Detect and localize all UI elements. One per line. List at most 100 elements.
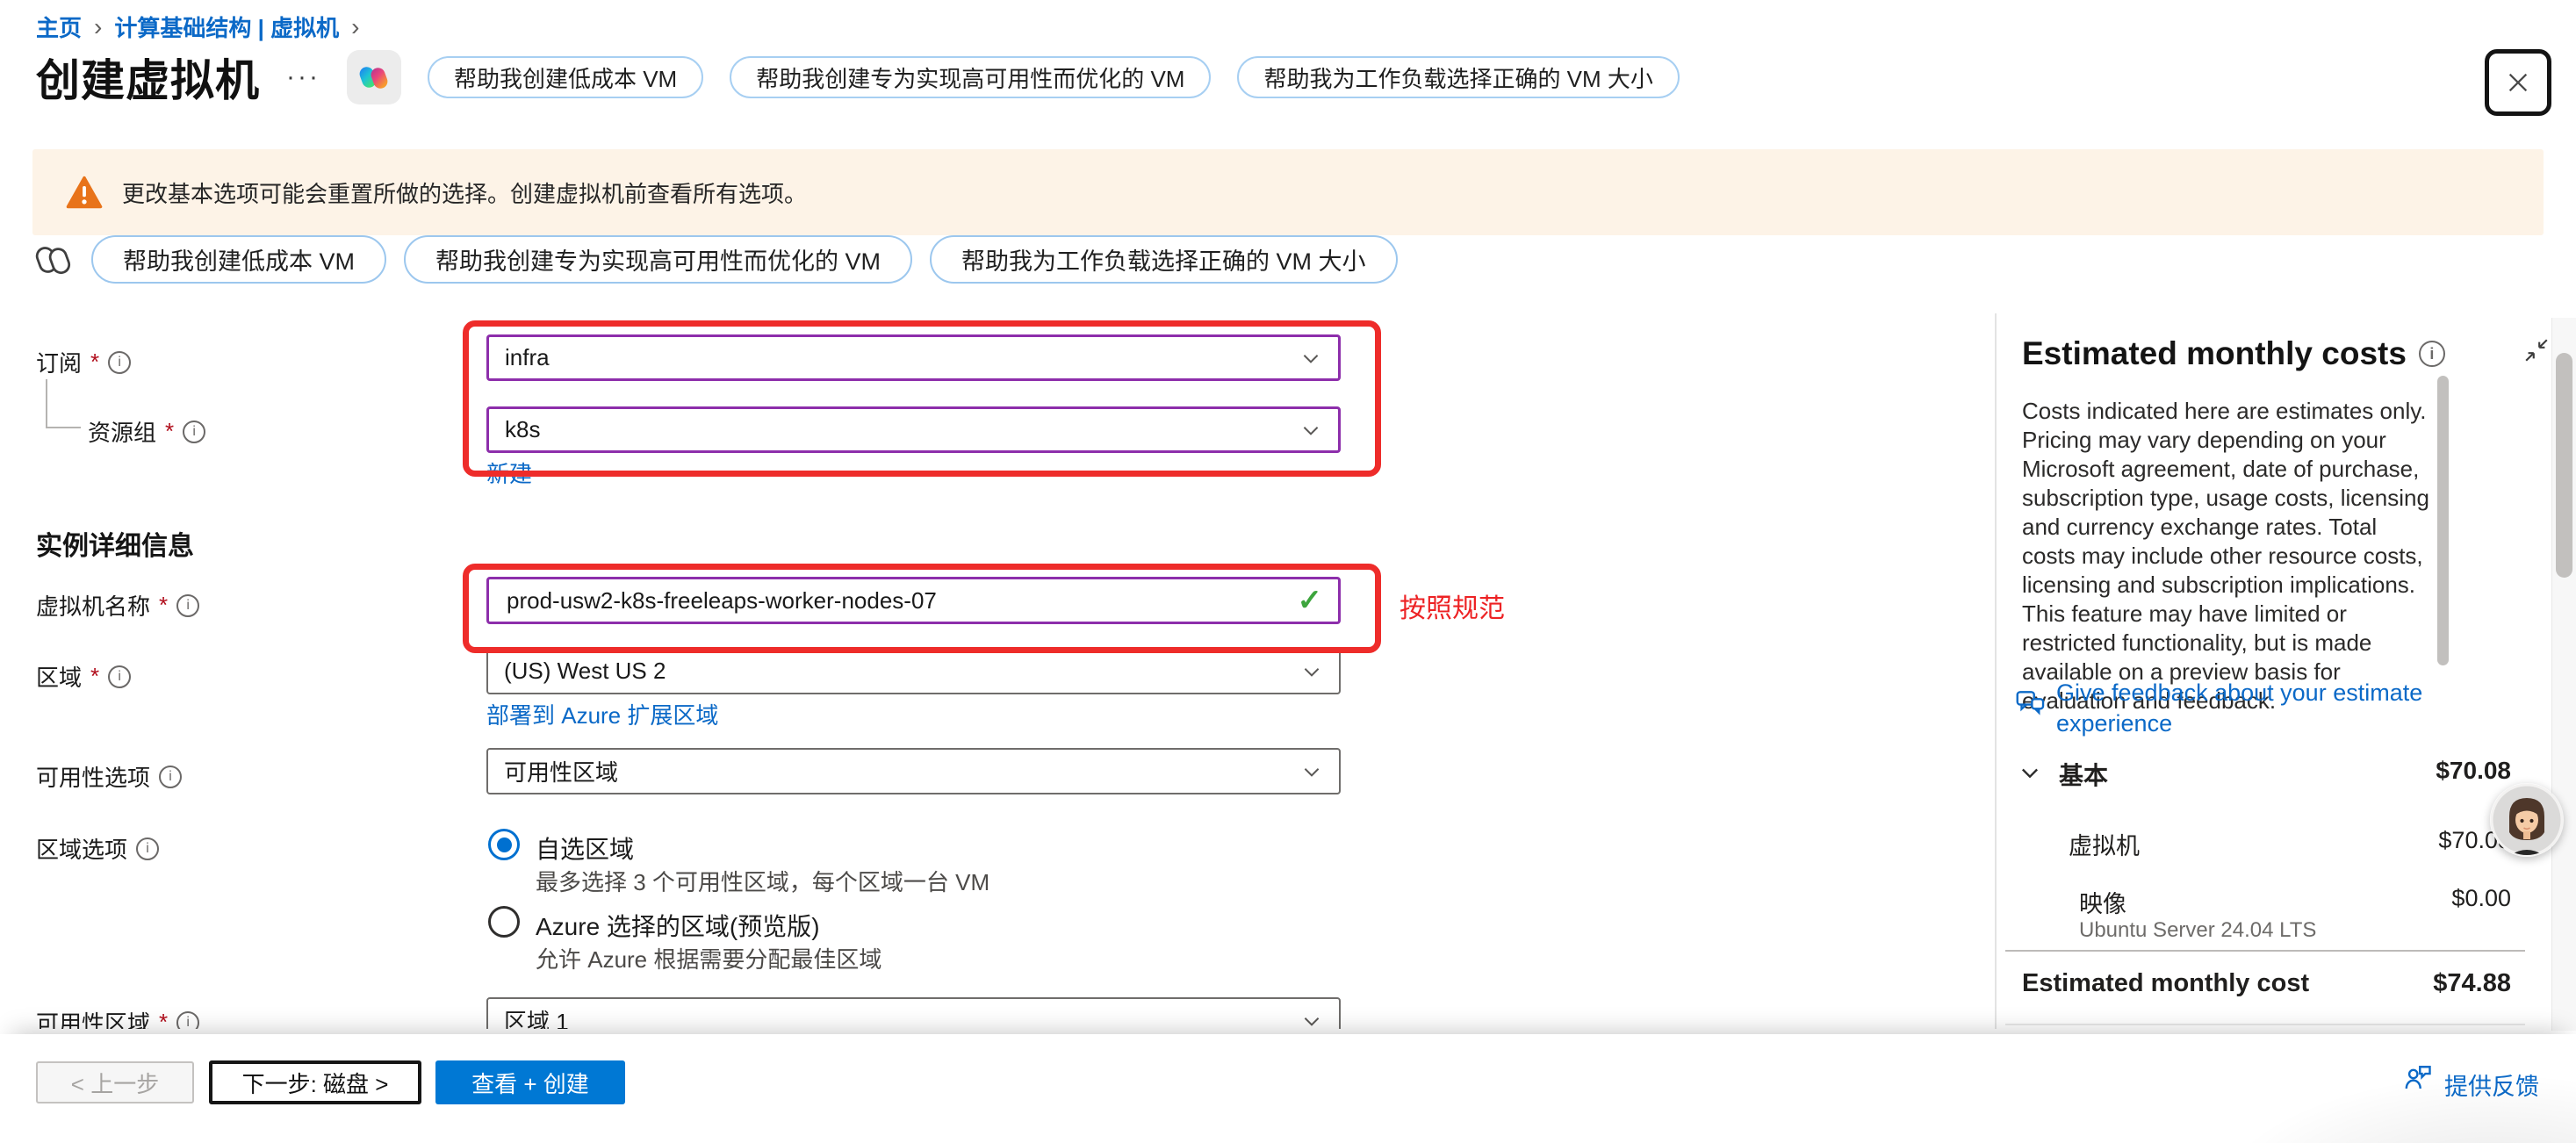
- region-label: 区域 * i: [36, 660, 131, 693]
- cost-item-name: 虚拟机: [2069, 827, 2140, 861]
- cost-item-name: 映像: [2079, 885, 2126, 919]
- cost-divider: [2005, 950, 2525, 952]
- copilot-suggestions-row: 帮助我创建低成本 VM 帮助我创建专为实现高可用性而优化的 VM 帮助我为工作负…: [33, 235, 1398, 284]
- chevron-down-icon: [1300, 660, 1323, 683]
- cost-item-value: $70.08: [2283, 827, 2511, 854]
- cost-divider-light: [2005, 1024, 2525, 1025]
- tree-connector-vertical: [46, 379, 47, 428]
- copilot-prompt-high-availability[interactable]: 帮助我创建专为实现高可用性而优化的 VM: [730, 56, 1211, 98]
- collapse-panel-icon[interactable]: [2523, 337, 2550, 363]
- chevron-down-icon: [1300, 1010, 1323, 1030]
- feedback-person-icon: [2402, 1062, 2434, 1094]
- warning-icon: [66, 174, 103, 211]
- estimate-feedback-link[interactable]: Give feedback about your estimate experi…: [2056, 678, 2444, 739]
- availability-zone-label: 可用性区域 * i: [36, 1006, 199, 1029]
- region-value: (US) West US 2: [504, 658, 1300, 685]
- availability-options-label: 可用性选项 i: [36, 760, 182, 793]
- more-options-icon[interactable]: ···: [286, 62, 320, 92]
- required-marker: *: [90, 349, 99, 376]
- chevron-down-icon: [1300, 760, 1323, 783]
- info-icon[interactable]: i: [2419, 341, 2445, 367]
- panel-divider: [1995, 313, 1997, 1029]
- radio-azure-selected-zones[interactable]: [488, 906, 520, 938]
- required-marker: *: [165, 418, 174, 445]
- vm-name-input[interactable]: [505, 586, 1298, 615]
- region-dropdown[interactable]: (US) West US 2: [486, 648, 1341, 694]
- copilot-prompt-low-cost[interactable]: 帮助我创建低成本 VM: [91, 235, 386, 284]
- copilot-prompt-vm-size[interactable]: 帮助我为工作负载选择正确的 VM 大小: [1237, 56, 1679, 98]
- breadcrumb-virtual-machines[interactable]: 计算基础结构 | 虚拟机: [114, 11, 339, 43]
- subscription-value: infra: [505, 344, 1299, 371]
- info-icon[interactable]: i: [183, 421, 205, 443]
- valid-check-icon: ✓: [1298, 583, 1323, 618]
- cost-total-value: $74.88: [2283, 969, 2511, 998]
- title-row: 创建虚拟机 ··· 帮助我创建低成本 VM 帮助我创建专为实现高可用性而优化的 …: [36, 46, 1680, 109]
- next-disks-button[interactable]: 下一步: 磁盘 >: [209, 1060, 421, 1104]
- breadcrumb-chevron-icon: ›: [351, 13, 359, 41]
- availability-zone-dropdown[interactable]: 区域 1: [486, 997, 1341, 1029]
- resource-group-label: 资源组 * i: [88, 415, 205, 448]
- expander-chevron-icon[interactable]: [2018, 760, 2042, 785]
- deploy-extended-zone-link[interactable]: 部署到 Azure 扩展区域: [486, 698, 718, 730]
- vm-name-label: 虚拟机名称 * i: [36, 589, 199, 622]
- radio-self-selected-zones[interactable]: [488, 829, 520, 860]
- availability-zone-row-clipped: 可用性区域 * i 区域 1: [0, 990, 1996, 1029]
- panel-scrollbar-thumb[interactable]: [2437, 376, 2449, 665]
- cost-item-subtext: Ubuntu Server 24.04 LTS: [2079, 918, 2316, 943]
- resource-group-value: k8s: [505, 416, 1299, 443]
- zone-options-label: 区域选项 i: [36, 832, 159, 865]
- availability-options-dropdown[interactable]: 可用性区域: [486, 748, 1341, 794]
- feedback-bubbles-icon: [2013, 687, 2047, 720]
- breadcrumb-home[interactable]: 主页: [36, 11, 82, 43]
- tree-connector-horizontal: [46, 427, 81, 428]
- info-icon[interactable]: i: [136, 837, 159, 860]
- chevron-down-icon: [1299, 347, 1322, 370]
- required-marker: *: [159, 592, 168, 619]
- radio-self-selected-zones-label[interactable]: 自选区域: [536, 830, 634, 866]
- page-title: 创建虚拟机: [36, 46, 260, 109]
- cost-panel-title: Estimated monthly costs: [2022, 335, 2407, 372]
- create-new-link[interactable]: 新建: [486, 456, 532, 489]
- give-feedback-link[interactable]: 提供反馈: [2444, 1068, 2539, 1102]
- copilot-prompt-vm-size[interactable]: 帮助我为工作负载选择正确的 VM 大小: [930, 235, 1398, 284]
- cost-total-label: Estimated monthly cost: [2022, 969, 2309, 998]
- close-icon: [2504, 68, 2532, 97]
- info-icon[interactable]: i: [176, 1011, 199, 1030]
- previous-button[interactable]: < 上一步: [36, 1061, 194, 1103]
- required-marker: *: [90, 663, 99, 690]
- info-icon[interactable]: i: [159, 766, 182, 788]
- cost-item-value: $0.00: [2283, 885, 2511, 912]
- copilot-logo-icon[interactable]: [347, 50, 401, 104]
- vm-name-field-wrap: ✓: [486, 577, 1341, 624]
- availability-options-value: 可用性区域: [504, 755, 1300, 787]
- close-button[interactable]: [2485, 49, 2551, 116]
- copilot-outline-icon: [33, 240, 74, 280]
- subscription-dropdown[interactable]: infra: [486, 334, 1341, 381]
- warning-text: 更改基本选项可能会重置所做的选择。创建虚拟机前查看所有选项。: [122, 176, 807, 209]
- resource-group-dropdown[interactable]: k8s: [486, 406, 1341, 453]
- breadcrumb-chevron-icon: ›: [94, 13, 102, 41]
- cost-group-name[interactable]: 基本: [2059, 757, 2108, 792]
- red-annotation-text: 按照规范: [1400, 586, 1505, 625]
- subscription-label: 订阅 * i: [36, 346, 131, 378]
- avatar[interactable]: [2490, 783, 2564, 857]
- page-scrollbar-thumb[interactable]: [2556, 353, 2572, 578]
- cost-panel-title-row: Estimated monthly costs i: [2022, 335, 2445, 372]
- info-icon[interactable]: i: [108, 351, 131, 374]
- info-icon[interactable]: i: [176, 594, 199, 617]
- cost-group-value: $70.08: [2283, 757, 2511, 785]
- footer-bar: < 上一步 下一步: 磁盘 > 查看 + 创建 提供反馈: [0, 1034, 2576, 1143]
- copilot-prompt-low-cost[interactable]: 帮助我创建低成本 VM: [428, 56, 703, 98]
- cost-panel-description: Costs indicated here are estimates only.…: [2022, 397, 2436, 715]
- copilot-prompt-high-availability[interactable]: 帮助我创建专为实现高可用性而优化的 VM: [404, 235, 912, 284]
- radio-self-selected-zones-desc: 最多选择 3 个可用性区域，每个区域一台 VM: [536, 865, 989, 897]
- warning-banner: 更改基本选项可能会重置所做的选择。创建虚拟机前查看所有选项。: [32, 149, 2544, 235]
- review-create-button[interactable]: 查看 + 创建: [435, 1060, 625, 1104]
- create-vm-page: 主页 › 计算基础结构 | 虚拟机 › 创建虚拟机 ··· 帮助我创建低: [0, 0, 2576, 1143]
- instance-details-heading: 实例详细信息: [36, 524, 194, 563]
- radio-azure-selected-zones-label[interactable]: Azure 选择的区域(预览版): [536, 908, 820, 943]
- info-icon[interactable]: i: [108, 665, 131, 688]
- required-marker: *: [159, 1009, 168, 1029]
- chevron-down-icon: [1299, 419, 1322, 442]
- radio-azure-selected-zones-desc: 允许 Azure 根据需要分配最佳区域: [536, 942, 881, 974]
